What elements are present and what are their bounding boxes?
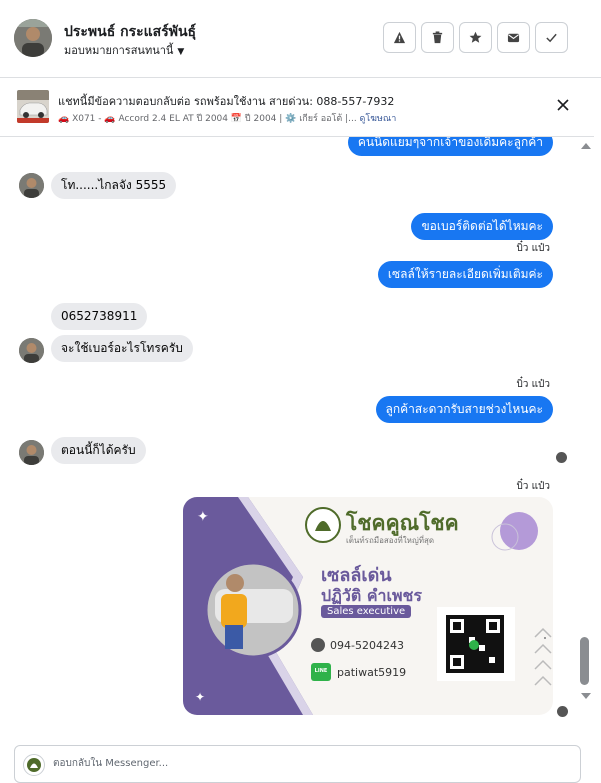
contact-avatar-small	[19, 338, 44, 363]
svg-text:✦: ✦	[195, 690, 205, 704]
assign-conversation-dropdown[interactable]: มอบหมายการสนทนานี้ ▼	[64, 41, 184, 59]
message-thread: คนนิดแยมๆจากเจ้าของเดิมคะลูกค้า โท......…	[0, 137, 580, 735]
sender-name: บิ๋ว แป๋ว	[516, 243, 550, 254]
ad-meta: 🚗 X071 - 🚗 Accord 2.4 EL AT ปี 2004 📅 ปี…	[58, 111, 396, 125]
star-icon	[469, 31, 482, 43]
contact-name[interactable]: ประพนธ์ กระแสร์พันธุ์	[64, 21, 196, 43]
view-ad-link[interactable]: ดูโฆษณา	[360, 114, 397, 124]
seen-indicator-avatar	[557, 706, 568, 717]
svg-text:✦: ✦	[197, 509, 209, 525]
scrollbar-thumb[interactable]	[580, 637, 589, 685]
message-outgoing[interactable]: คนนิดแยมๆจากเจ้าของเดิมคะลูกค้า	[347, 137, 553, 156]
message-outgoing[interactable]: เซลล์ให้รายละเอียดเพิ่มเติมค่ะ	[377, 261, 553, 288]
header-actions	[383, 22, 568, 53]
line-logo: LINE	[314, 668, 328, 674]
seen-indicator-avatar	[556, 452, 567, 463]
page-avatar	[23, 754, 45, 776]
ad-meta-text: 🚗 X071 - 🚗 Accord 2.4 EL AT ปี 2004 📅 ปี…	[58, 114, 360, 124]
mark-spam-button[interactable]	[383, 22, 416, 53]
sender-name: บิ๋ว แป๋ว	[516, 481, 550, 492]
envelope-icon	[507, 33, 520, 43]
thread-scrollbar[interactable]	[578, 137, 594, 735]
caret-down-icon: ▼	[177, 47, 185, 57]
card-line-id: patiwat5919	[337, 666, 407, 679]
reply-input[interactable]: ตอบกลับใน Messenger...	[53, 746, 168, 782]
message-incoming[interactable]: 0652738911	[51, 303, 148, 330]
scroll-down-arrow-icon[interactable]	[581, 693, 591, 699]
ad-reply-banner: แชทนี้มีข้อความตอบกลับต่อ รถพร้อมใช้งาน …	[0, 78, 594, 137]
warning-icon	[393, 31, 406, 44]
contact-avatar[interactable]	[14, 19, 52, 57]
assign-label: มอบหมายการสนทนานี้	[64, 44, 174, 57]
reply-composer[interactable]: ตอบกลับใน Messenger...	[14, 745, 581, 783]
car-thumbnail[interactable]	[17, 90, 49, 123]
close-icon[interactable]	[556, 98, 570, 112]
message-incoming[interactable]: ตอนนี้ก็ได้ครับ	[51, 437, 146, 464]
mark-done-button[interactable]	[535, 22, 568, 53]
message-outgoing[interactable]: ลูกค้าสะดวกรับสายช่วงไหนคะ	[375, 396, 553, 423]
contact-avatar-small	[19, 173, 44, 198]
sender-name: บิ๋ว แป๋ว	[516, 379, 550, 390]
trash-icon	[432, 31, 443, 44]
mark-unread-button[interactable]	[497, 22, 530, 53]
card-title-badge: Sales executive	[321, 605, 412, 618]
check-icon	[546, 33, 557, 43]
contact-avatar-small	[19, 440, 44, 465]
card-tagline: เต็นท์รถมือสองที่ใหญ่ที่สุด	[346, 536, 435, 545]
business-card-image[interactable]: ✦ ✦ โชคคูณโชค เต็นท์รถมือสองที่ใหญ่ที่สุ…	[183, 497, 553, 715]
card-phone: 094-5204243	[330, 639, 404, 652]
star-button[interactable]	[459, 22, 492, 53]
scroll-up-arrow-icon[interactable]	[581, 143, 591, 149]
message-outgoing[interactable]: ขอเบอร์ติดต่อได้ไหมคะ	[411, 213, 553, 240]
message-incoming[interactable]: โท......ไกลจัง 5555	[51, 172, 177, 199]
conversation-header: ประพนธ์ กระแสร์พันธุ์ มอบหมายการสนทนานี้…	[0, 0, 601, 78]
delete-button[interactable]	[421, 22, 454, 53]
message-incoming[interactable]: จะใช้เบอร์อะไรโทรครับ	[51, 335, 193, 362]
ad-title: แชทนี้มีข้อความตอบกลับต่อ รถพร้อมใช้งาน …	[58, 95, 395, 108]
